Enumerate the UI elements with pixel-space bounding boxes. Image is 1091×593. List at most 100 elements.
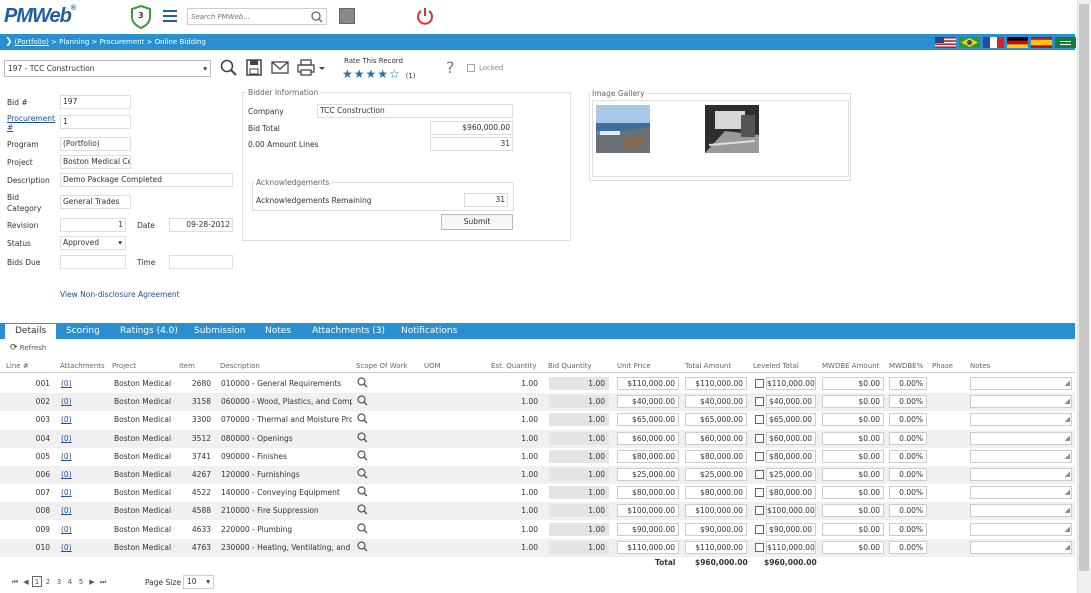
mwdbe-pct-input[interactable]: 0.00% (889, 432, 927, 445)
scope-search-icon[interactable] (357, 395, 368, 408)
mwdbe-pct-input[interactable]: 0.00% (889, 468, 927, 481)
mwdbe-pct-input[interactable]: 0.00% (889, 450, 927, 463)
notes-input[interactable]: ◢ (970, 486, 1072, 499)
total-amount-cell[interactable]: $110,000.00 (685, 377, 747, 390)
tab-submission[interactable]: Submission (194, 326, 246, 336)
mwdbe-amount-input[interactable]: $0.00 (822, 468, 884, 481)
tab-details[interactable]: Details (5, 324, 57, 339)
resize-handle-icon[interactable]: ◢ (1065, 487, 1070, 498)
col-project[interactable]: Project (112, 362, 136, 370)
record-selector[interactable]: 197 - TCC Construction ▾ (4, 60, 211, 77)
col-mwdbe-pct[interactable]: MWDBE% (889, 362, 923, 370)
total-amount-cell[interactable]: $25,000.00 (685, 468, 747, 481)
locked-checkbox-box[interactable] (467, 64, 475, 72)
notes-input[interactable]: ◢ (970, 504, 1072, 517)
program-field[interactable]: (Portfolio) (60, 137, 131, 151)
mwdbe-pct-input[interactable]: 0.00% (889, 395, 927, 408)
unit-price-input[interactable]: $90,000.00 (617, 523, 679, 536)
col-mwdbe-amount[interactable]: MWDBE Amount (822, 362, 879, 370)
notes-input[interactable]: ◢ (970, 468, 1072, 481)
leveled-total-cell[interactable]: $80,000.00 (766, 486, 816, 499)
mwdbe-amount-input[interactable]: $0.00 (822, 541, 884, 554)
leveled-total-cell[interactable]: $65,000.00 (766, 413, 816, 426)
total-amount-cell[interactable]: $80,000.00 (685, 486, 747, 499)
gallery-image-lobby[interactable] (705, 105, 759, 153)
procurement-field[interactable]: 1 (60, 115, 131, 129)
notes-input[interactable]: ◢ (970, 377, 1072, 390)
video-tutorial-icon[interactable] (339, 8, 355, 24)
leveled-total-cell[interactable]: $110,000.00 (766, 541, 816, 554)
procurement-link[interactable]: Procurement # (7, 114, 55, 132)
resize-handle-icon[interactable]: ◢ (1065, 378, 1070, 389)
notes-input[interactable]: ◢ (970, 413, 1072, 426)
tab-ratings[interactable]: Ratings (4.0) (120, 326, 178, 336)
brazil-flag-icon[interactable] (959, 37, 980, 48)
leveled-checkbox[interactable] (755, 488, 764, 497)
leveled-checkbox[interactable] (755, 525, 764, 534)
leveled-total-cell[interactable]: $60,000.00 (766, 432, 816, 445)
leveled-checkbox[interactable] (755, 452, 764, 461)
leveled-checkbox[interactable] (755, 543, 764, 552)
france-flag-icon[interactable] (983, 37, 1004, 48)
scope-search-icon[interactable] (357, 450, 368, 463)
notes-input[interactable]: ◢ (970, 523, 1072, 536)
attachments-link[interactable]: (0) (61, 470, 101, 479)
col-phase[interactable]: Phase (932, 362, 953, 370)
company-field[interactable]: TCC Construction (317, 104, 513, 118)
total-amount-cell[interactable]: $40,000.00 (685, 395, 747, 408)
project-field[interactable]: Boston Medical Ce (60, 155, 131, 169)
germany-flag-icon[interactable] (1007, 37, 1028, 48)
scope-search-icon[interactable] (357, 523, 368, 536)
attachments-link[interactable]: (0) (61, 488, 101, 497)
unit-price-input[interactable]: $110,000.00 (617, 541, 679, 554)
col-attachments[interactable]: Attachments (60, 362, 105, 370)
hamburger-menu-icon[interactable] (163, 10, 177, 22)
bid-quantity-input[interactable]: 1.00 (549, 486, 609, 499)
leveled-checkbox[interactable] (755, 415, 764, 424)
search-icon[interactable] (311, 11, 323, 23)
attachments-link[interactable]: (0) (61, 379, 101, 388)
power-logout-icon[interactable] (416, 7, 434, 25)
page-scrollbar-thumb[interactable] (1079, 4, 1089, 571)
unit-price-input[interactable]: $65,000.00 (617, 413, 679, 426)
save-icon[interactable] (246, 59, 262, 78)
mwdbe-amount-input[interactable]: $0.00 (822, 504, 884, 517)
submit-button[interactable]: Submit (441, 214, 513, 230)
mwdbe-pct-input[interactable]: 0.00% (889, 486, 927, 499)
email-icon[interactable] (271, 59, 289, 78)
resize-handle-icon[interactable]: ◢ (1065, 469, 1070, 480)
search-input[interactable] (188, 9, 306, 24)
attachments-link[interactable]: (0) (61, 452, 101, 461)
help-icon[interactable]: ? (446, 58, 455, 77)
bid-number-field[interactable]: 197 (60, 95, 131, 109)
attachments-link[interactable]: (0) (61, 543, 101, 552)
col-line[interactable]: Line # (6, 362, 29, 370)
bid-quantity-input[interactable]: 1.00 (549, 413, 609, 426)
star-icons[interactable]: ★★★★☆ (342, 67, 401, 81)
resize-handle-icon[interactable]: ◢ (1065, 451, 1070, 462)
scope-search-icon[interactable] (357, 504, 368, 517)
leveled-checkbox[interactable] (755, 470, 764, 479)
resize-handle-icon[interactable]: ◢ (1065, 542, 1070, 553)
breadcrumb-portfolio-link[interactable]: (Portfolio) (15, 38, 49, 46)
attachments-link[interactable]: (0) (61, 525, 101, 534)
table-row[interactable]: 008 (0) Boston Medical C 4588 210000 - Fire … (0, 502, 1075, 520)
bid-total-field[interactable]: $960,000.00 (430, 121, 513, 135)
print-icon[interactable] (297, 59, 327, 78)
refresh-button[interactable]: ⟳ Refresh (10, 343, 46, 353)
total-amount-cell[interactable]: $100,000.00 (685, 504, 747, 517)
mwdbe-pct-input[interactable]: 0.00% (889, 504, 927, 517)
nda-link[interactable]: View Non-disclosure Agreement (60, 290, 180, 299)
page-5[interactable]: 5 (76, 577, 86, 588)
total-amount-cell[interactable]: $60,000.00 (685, 432, 747, 445)
leveled-total-cell[interactable]: $100,000.00 (766, 504, 816, 517)
notes-input[interactable]: ◢ (970, 395, 1072, 408)
table-row[interactable]: 001 (0) Boston Medical C 2680 010000 - Gener… (0, 375, 1075, 393)
col-uom[interactable]: UOM (424, 362, 441, 370)
table-row[interactable]: 002 (0) Boston Medical C 3158 060000 - Wood,… (0, 393, 1075, 411)
leveled-total-cell[interactable]: $80,000.00 (766, 450, 816, 463)
total-amount-cell[interactable]: $90,000.00 (685, 523, 747, 536)
scope-search-icon[interactable] (357, 377, 368, 390)
scope-search-icon[interactable] (357, 413, 368, 426)
leveled-checkbox[interactable] (755, 506, 764, 515)
